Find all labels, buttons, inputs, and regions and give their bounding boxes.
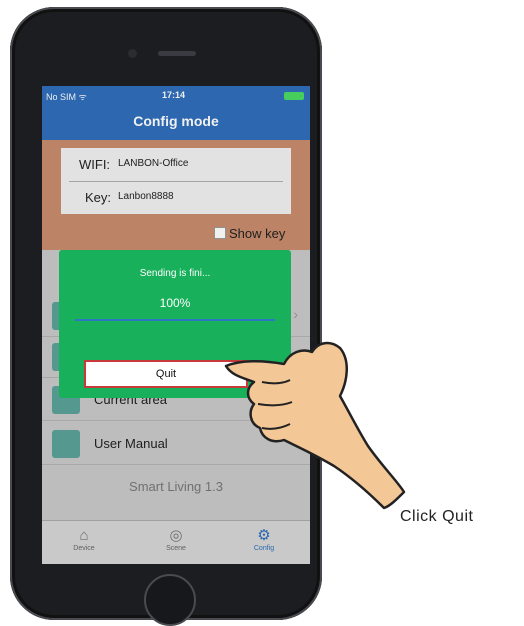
pointing-hand-illustration <box>224 341 406 510</box>
hand-shape <box>224 341 406 510</box>
instruction-caption: Click Quit <box>400 508 474 525</box>
